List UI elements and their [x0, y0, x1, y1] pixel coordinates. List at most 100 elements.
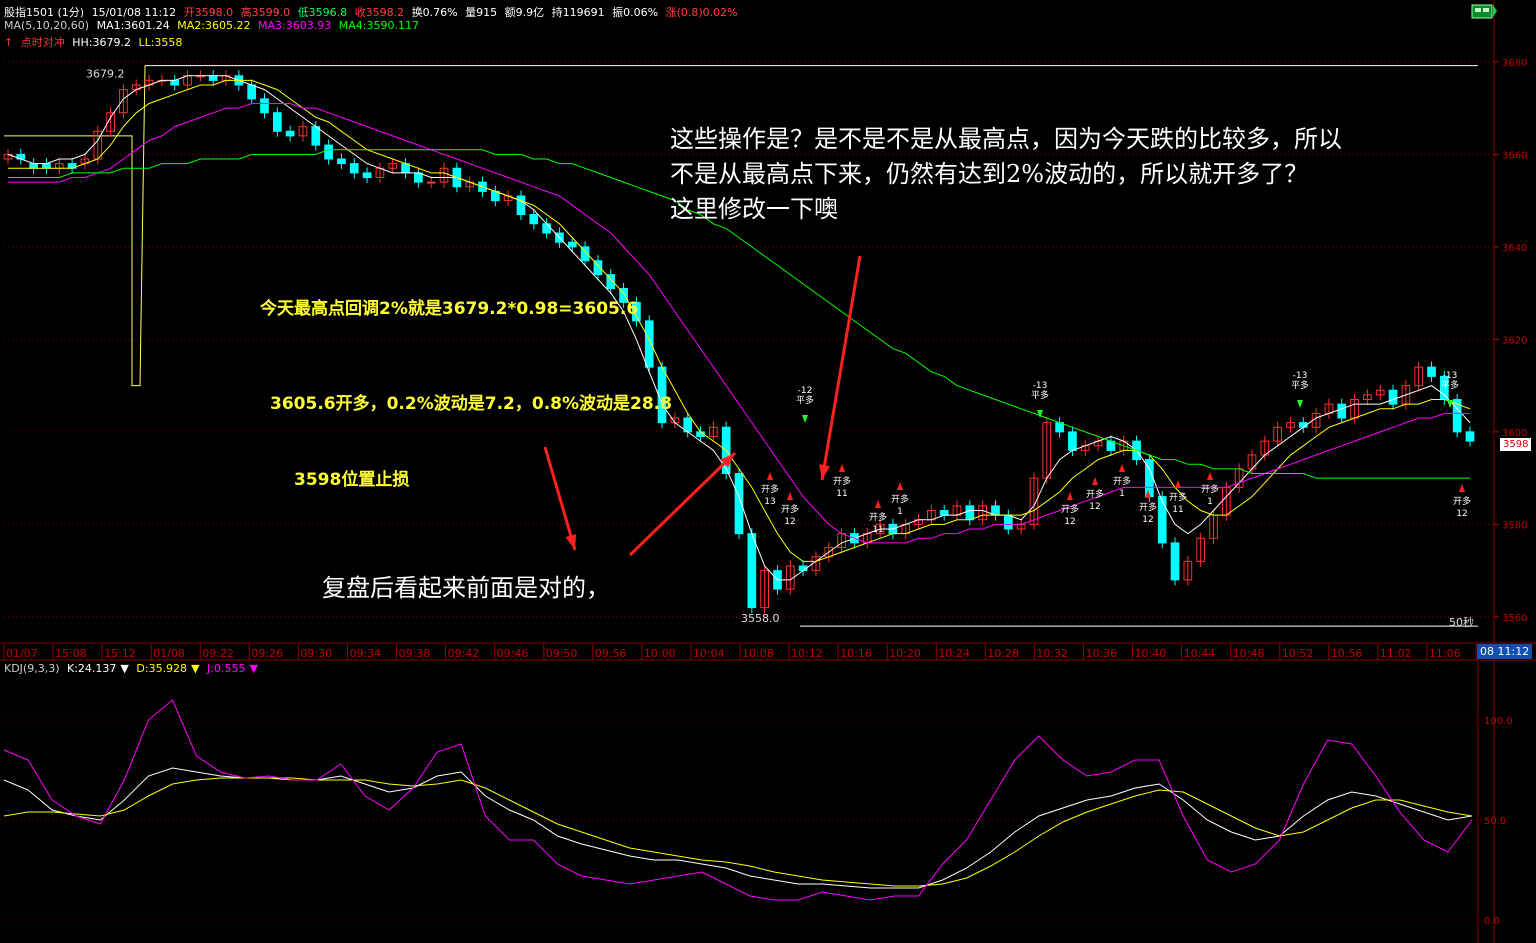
close-long-arrow-icon	[1447, 400, 1453, 408]
price-tick-label: 3660	[1502, 150, 1527, 161]
ma-params: MA(5,10,20,60)	[4, 19, 90, 32]
signal-label: 开多	[761, 483, 779, 495]
date-label: 15/01/08 11:12	[91, 6, 177, 19]
low-label: 低3596.8	[297, 6, 348, 19]
candle-body	[1337, 403, 1347, 419]
hh-label: 3679.2	[86, 68, 125, 81]
candle-body	[1157, 496, 1167, 544]
ma4-value: MA4:3590.117	[338, 19, 419, 32]
annotation-arrow-entry	[628, 451, 737, 557]
candle-body	[285, 130, 295, 137]
time-tick-label: 10:12	[791, 647, 823, 660]
time-tick-label: 10:08	[742, 647, 774, 660]
hh-value: HH:3679.2	[72, 36, 131, 49]
d-value: D:35.928	[136, 662, 188, 675]
time-tick-label: 10:24	[938, 647, 970, 660]
price-tick-label: 3580	[1502, 520, 1527, 531]
time-tick-label: 10:16	[840, 647, 872, 660]
candle-body	[324, 144, 333, 160]
ma3-value: MA3:3603.93	[258, 19, 332, 32]
signal-count: -13	[1443, 371, 1458, 381]
open-label: 开3598.0	[183, 6, 234, 19]
signal-label: 开多	[891, 493, 909, 505]
close-label: 收3598.2	[354, 6, 405, 19]
time-tick-label: 09:50	[546, 647, 578, 660]
candle-body	[349, 163, 359, 174]
time-tick-label: 10:04	[693, 647, 725, 660]
candle-body	[567, 241, 577, 248]
volume-label: 量915	[465, 6, 498, 19]
kdj-line-j	[3, 699, 1473, 901]
open-long-arrow-icon	[1067, 492, 1073, 500]
time-tick-label: 15:12	[104, 647, 136, 660]
calendar-icon[interactable]	[1470, 2, 1498, 20]
j-value: J:0.555	[207, 662, 246, 675]
candle-body	[1170, 542, 1180, 581]
candle-body	[1003, 514, 1013, 530]
candle-body	[247, 84, 257, 100]
quote-header: 股指1501 (1分) 15/01/08 11:12 开3598.0 高3599…	[4, 4, 742, 20]
annotation-arrow-question	[820, 255, 862, 481]
signal-label: 开多	[869, 511, 887, 523]
last-price-badge: 3598	[1500, 438, 1532, 451]
signal-count: -13	[1033, 381, 1048, 391]
time-tick-label: 10:56	[1331, 647, 1363, 660]
candle-body	[1388, 389, 1398, 405]
signal-count: 11	[872, 525, 883, 535]
open-long-arrow-icon	[1207, 472, 1213, 480]
ma-legend: MA(5,10,20,60) MA1:3601.24 MA2:3605.22 M…	[4, 19, 423, 32]
kdj-tick-label: 100.0	[1484, 716, 1513, 727]
ll-label: 3558.0	[741, 612, 780, 625]
amount-label: 额9.9亿	[504, 6, 545, 19]
open-long-arrow-icon	[1459, 484, 1465, 492]
time-tick-label: 09:34	[349, 647, 381, 660]
up-arrow-icon: ↑	[4, 36, 14, 49]
stop-loss-note: 3598位置止损	[294, 470, 410, 490]
signal-label: 开多	[833, 475, 851, 487]
candle-body	[529, 214, 539, 225]
candle-body	[362, 172, 372, 178]
signal-label: 开多	[781, 503, 799, 515]
time-tick-label: 10:00	[644, 647, 676, 660]
signal-count: 12	[1089, 502, 1100, 512]
price-tick-label: 3560	[1502, 613, 1527, 624]
candle-body	[747, 533, 757, 609]
time-tick-label: 10:32	[1036, 647, 1068, 660]
candle-body	[644, 320, 654, 368]
high-label: 高3599.0	[240, 6, 291, 19]
annotation-arrow-review	[543, 446, 577, 551]
open-long-arrow-icon	[1175, 480, 1181, 488]
question-line-2: 不是从最高点下来，仍然有达到2%波动的，所以就开多了？	[670, 160, 1309, 188]
candle-body	[170, 79, 180, 86]
open-long-arrow-icon	[767, 472, 773, 480]
signal-count: 1	[1119, 489, 1125, 499]
signal-label: 开多	[1139, 501, 1157, 513]
time-tick-label: 11:02	[1380, 647, 1412, 660]
signal-label: 开多	[1086, 488, 1104, 500]
signal-count: 11	[1172, 505, 1183, 515]
open-long-note: 3605.6开多，0.2%波动是7.2，0.8%波动是28.8	[270, 394, 672, 414]
time-tick-label: 09:30	[300, 647, 332, 660]
close-long-arrow-icon	[1297, 400, 1303, 408]
time-tick-label: 10:20	[889, 647, 921, 660]
signal-label: 开多	[1113, 475, 1131, 487]
signal-count: 12	[784, 517, 795, 527]
open-long-arrow-icon	[787, 492, 793, 500]
signal-label: 开多	[1201, 483, 1219, 495]
signal-count: 11	[836, 489, 847, 499]
d-down-icon: ▼	[191, 662, 200, 675]
question-line-1: 这些操作是？是不是不是从最高点，因为今天跌的比较多，所以	[670, 125, 1342, 153]
candle-body	[426, 181, 436, 184]
open-long-arrow-icon	[897, 482, 903, 490]
signal-label: 开多	[1453, 495, 1471, 507]
signal-count: 12	[1064, 517, 1075, 527]
time-tick-label: 10:36	[1085, 647, 1117, 660]
time-tick-label: 09:56	[595, 647, 627, 660]
open-long-arrow-icon	[875, 500, 881, 508]
time-tick-label: 10:28	[987, 647, 1019, 660]
amplitude-label: 振0.06%	[612, 6, 659, 19]
kdj-params: KDJ(9,3,3)	[4, 662, 60, 675]
ma2-value: MA2:3605.22	[177, 19, 251, 32]
position-label: 持119691	[551, 6, 605, 19]
open-long-arrow-icon	[1119, 464, 1125, 472]
